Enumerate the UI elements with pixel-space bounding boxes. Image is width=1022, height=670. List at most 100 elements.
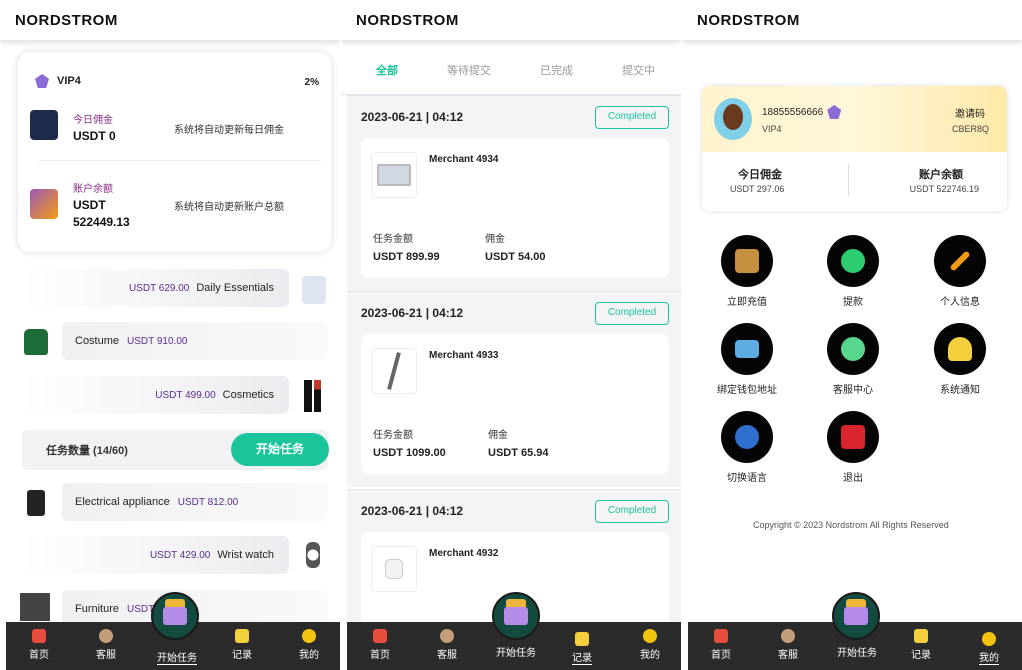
tab-all[interactable]: 全部	[376, 62, 398, 78]
category-electrical-appliance[interactable]: Electrical appliance USDT 812.00	[62, 483, 328, 521]
tab-home[interactable]: 首页	[360, 629, 400, 661]
card-icon	[721, 323, 773, 375]
start-task-button[interactable]: 开始任务	[231, 433, 329, 466]
tab-completed[interactable]: 已完成	[540, 62, 573, 78]
product-thumbnail	[371, 152, 417, 198]
menu-notifications[interactable]: 系统通知	[920, 323, 1000, 396]
recharge-icon	[721, 235, 773, 287]
user-card: 18855556666 VIP4 邀请码 CBER8Q 今日佣金 USDT 29…	[702, 86, 1007, 211]
laptop-icon	[377, 164, 411, 186]
category-name: Wrist watch	[217, 549, 274, 561]
amount-label: 任务金额	[373, 430, 413, 441]
balance-label: 账户余额	[73, 184, 113, 195]
product-thumbnail	[371, 546, 417, 592]
menu-logout[interactable]: 退出	[813, 411, 893, 484]
records-panel: NORDSTROM 全部 等待提交 已完成 提交中 2023-06-21 | 0…	[341, 0, 681, 670]
support-agent-icon	[781, 629, 795, 643]
lipstick-image	[314, 380, 321, 412]
profile-panel: NORDSTROM 18855556666 VIP4 邀请码 CBER8Q 今日…	[682, 0, 1022, 670]
category-price: USDT 629.00	[128, 282, 190, 294]
withdraw-icon	[827, 235, 879, 287]
tab-service[interactable]: 客服	[427, 629, 467, 661]
tab-home[interactable]: 首页	[19, 629, 59, 661]
support-agent-icon	[827, 323, 879, 375]
home-icon	[32, 629, 46, 643]
category-cosmetics[interactable]: USDT 499.00 Cosmetics	[22, 376, 289, 414]
avatar	[714, 98, 752, 140]
tab-start-task[interactable]: 开始任务	[152, 649, 202, 665]
record-date: 2023-06-21 | 04:12	[361, 306, 464, 320]
menu-customer-service[interactable]: 客服中心	[813, 323, 893, 396]
furniture-image	[20, 593, 50, 621]
menu-label: 系统通知	[940, 385, 980, 396]
task-count-row: 任务数量 (14/60) 开始任务	[22, 430, 329, 470]
menu-label: 退出	[843, 473, 863, 484]
vip-row: VIP4	[35, 74, 81, 88]
product-thumbnail	[371, 348, 417, 394]
category-daily-essentials[interactable]: USDT 629.00 Daily Essentials	[22, 269, 289, 307]
tab-mine[interactable]: 我的	[289, 629, 329, 661]
status-badge: Completed	[595, 106, 669, 129]
vip-percent: 2%	[304, 77, 319, 88]
earbuds-icon	[385, 559, 403, 579]
amount-label: 任务金额	[373, 234, 413, 245]
edit-icon	[934, 235, 986, 287]
category-name: Daily Essentials	[196, 282, 274, 294]
tab-home[interactable]: 首页	[701, 629, 741, 661]
start-task-tab-button[interactable]	[151, 592, 199, 640]
tab-records[interactable]: 记录	[901, 629, 941, 661]
basket-icon	[504, 599, 528, 625]
tab-pending[interactable]: 等待提交	[447, 62, 491, 78]
menu-label: 客服中心	[833, 385, 873, 396]
tab-start-task[interactable]: 开始任务	[491, 644, 541, 659]
category-name: Cosmetics	[222, 389, 274, 401]
tab-label: 记录	[572, 653, 592, 665]
appliance-image	[27, 490, 45, 516]
menu-language[interactable]: 切换语言	[707, 411, 787, 484]
menu-label: 切换语言	[727, 473, 767, 484]
tab-label: 我的	[299, 650, 319, 661]
today-commission-note: 系统将自动更新每日佣金	[174, 125, 284, 136]
tab-records[interactable]: 记录	[222, 629, 262, 661]
vip-level: VIP4	[57, 75, 81, 87]
tab-mine[interactable]: 我的	[969, 632, 1009, 665]
record-filter-tabs: 全部 等待提交 已完成 提交中	[341, 40, 681, 95]
menu-personal-info[interactable]: 个人信息	[920, 235, 1000, 308]
daily-essentials-image	[302, 276, 326, 304]
category-price: USDT 812.00	[177, 496, 239, 508]
tab-start-task[interactable]: 开始任务	[832, 644, 882, 659]
tab-label: 我的	[979, 653, 999, 665]
menu-recharge[interactable]: 立即充值	[707, 235, 787, 308]
record-card[interactable]: Merchant 4934 任务金额 佣金 USDT 899.99 USDT 5…	[361, 138, 669, 278]
start-task-tab-button[interactable]	[832, 592, 880, 640]
menu-bind-wallet[interactable]: 绑定钱包地址	[707, 323, 787, 396]
today-commission-label: 今日佣金	[738, 169, 782, 181]
category-wrist-watch[interactable]: USDT 429.00 Wrist watch	[22, 536, 289, 574]
basket-icon	[163, 599, 187, 625]
user-icon	[643, 629, 657, 643]
category-price: USDT 910.00	[127, 335, 188, 347]
tab-service[interactable]: 客服	[86, 629, 126, 661]
tab-submitting[interactable]: 提交中	[622, 62, 655, 78]
wallet-icon	[30, 189, 58, 219]
category-costume[interactable]: Costume USDT 910.00	[62, 322, 328, 360]
tab-mine[interactable]: 我的	[630, 629, 670, 661]
tab-service[interactable]: 客服	[768, 629, 808, 661]
brand-logo: NORDSTROM	[341, 0, 681, 40]
records-icon	[235, 629, 249, 643]
tab-records[interactable]: 记录	[562, 632, 602, 665]
account-summary-card: VIP4 2% 今日佣金 USDT 0 系统将自动更新每日佣金 账户余额 USD…	[18, 52, 331, 252]
tab-label: 首页	[29, 650, 49, 661]
phone-row: 18855556666	[762, 105, 842, 119]
start-task-tab-button[interactable]	[492, 592, 540, 640]
status-badge: Completed	[595, 302, 669, 325]
costume-image	[24, 329, 48, 355]
commission-label: 佣金	[488, 430, 508, 441]
menu-label: 绑定钱包地址	[717, 385, 777, 396]
diamond-icon	[35, 74, 49, 88]
record-card[interactable]: Merchant 4933 任务金额 佣金 USDT 1099.00 USDT …	[361, 334, 669, 474]
menu-withdraw[interactable]: 提款	[813, 235, 893, 308]
balance-note: 系统将自动更新账户总额	[174, 202, 284, 213]
commission-label: 佣金	[485, 234, 505, 245]
tab-label: 客服	[96, 650, 116, 661]
